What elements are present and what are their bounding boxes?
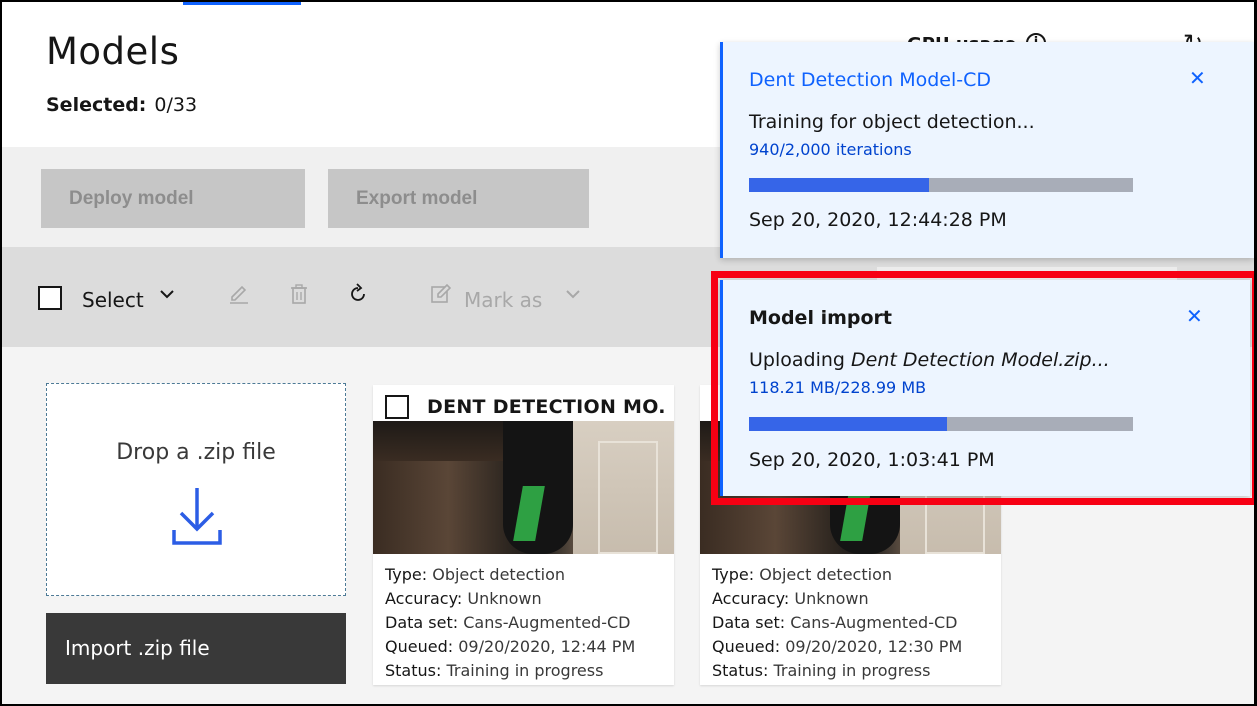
card-details: Type: Object detection Accuracy: Unknown… (712, 563, 962, 683)
drop-zone-text: Drop a .zip file (116, 440, 276, 465)
chevron-down-icon[interactable] (159, 286, 175, 307)
queued-key: Queued: (385, 637, 454, 656)
status-value: Training in progress (773, 661, 931, 680)
zip-drop-zone[interactable]: Drop a .zip file (46, 383, 346, 596)
accuracy-key: Accuracy: (385, 589, 463, 608)
highlight-box (711, 271, 1254, 505)
model-thumbnail (373, 421, 674, 554)
status-key: Status: (385, 661, 442, 680)
status-key: Status: (712, 661, 769, 680)
trash-icon[interactable] (289, 283, 309, 311)
card-details: Type: Object detection Accuracy: Unknown… (385, 563, 635, 683)
import-zip-button[interactable]: Import .zip file (46, 613, 346, 684)
dataset-key: Data set: (385, 613, 459, 632)
queued-key: Queued: (712, 637, 781, 656)
selected-label: Selected: (46, 94, 147, 116)
status-value: Training in progress (446, 661, 604, 680)
type-key: Type: (385, 565, 428, 584)
download-icon (171, 486, 223, 552)
deploy-model-button[interactable]: Deploy model (41, 169, 305, 228)
accuracy-key: Accuracy: (712, 589, 790, 608)
select-all-checkbox[interactable] (38, 286, 62, 310)
selected-count: Selected: 0/33 (46, 94, 197, 116)
notification-subtitle: 940/2,000 iterations (749, 140, 912, 159)
page-title: Models (46, 30, 180, 73)
type-value: Object detection (759, 565, 892, 584)
queued-value: 09/20/2020, 12:44 PM (458, 637, 636, 656)
mark-icon[interactable] (430, 283, 452, 311)
chevron-down-icon[interactable] (565, 286, 581, 307)
card-checkbox[interactable] (385, 395, 409, 419)
app-window: Models Selected:0/33 GPU usage i ↻ Deplo… (2, 2, 1254, 704)
dataset-key: Data set: (712, 613, 786, 632)
export-model-button[interactable]: Export model (328, 169, 589, 228)
refresh-icon[interactable] (347, 283, 369, 311)
progress-fill (749, 178, 930, 192)
dataset-value: Cans-Augmented-CD (790, 613, 958, 632)
progress-bar (749, 178, 1133, 192)
accuracy-value: Unknown (794, 589, 869, 608)
queued-value: 09/20/2020, 12:30 PM (785, 637, 963, 656)
type-value: Object detection (432, 565, 565, 584)
model-card[interactable]: DENT DETECTION MO... Type: Object detect… (373, 385, 674, 685)
accuracy-value: Unknown (467, 589, 542, 608)
selected-value: 0/33 (154, 94, 198, 116)
card-title: DENT DETECTION MO... (427, 396, 667, 418)
type-key: Type: (712, 565, 755, 584)
mark-as-dropdown-label[interactable]: Mark as (464, 288, 542, 312)
dataset-value: Cans-Augmented-CD (463, 613, 631, 632)
notification-message: Training for object detection... (749, 111, 1035, 133)
edit-icon[interactable] (228, 283, 250, 311)
select-dropdown-label[interactable]: Select (82, 288, 144, 312)
notification-timestamp: Sep 20, 2020, 12:44:28 PM (749, 209, 1007, 231)
close-icon[interactable]: ✕ (1189, 66, 1206, 90)
notification-title[interactable]: Dent Detection Model-CD (749, 69, 991, 91)
training-notification: Dent Detection Model-CD ✕ Training for o… (720, 42, 1254, 258)
